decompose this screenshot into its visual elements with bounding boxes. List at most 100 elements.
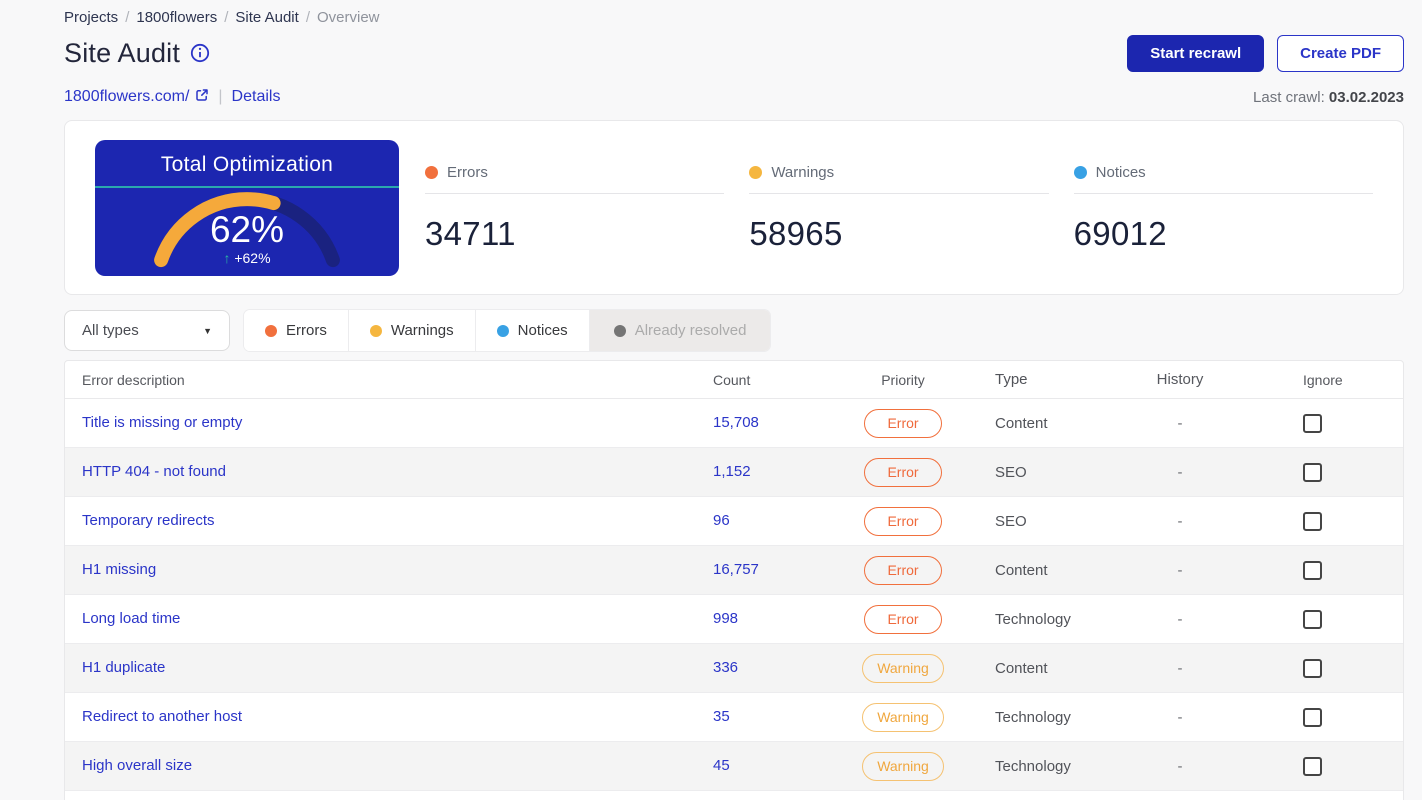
tab-warnings[interactable]: Warnings [348, 310, 476, 351]
type-cell: SEO [995, 463, 1027, 481]
table-row: Long load time 998 Error Technology - [65, 595, 1403, 644]
history-cell: - [1177, 561, 1183, 579]
page-title: Site Audit [64, 37, 181, 68]
count-link[interactable]: 336 [713, 659, 738, 676]
table-row: Warning [65, 791, 1403, 800]
count-link[interactable]: 15,708 [713, 414, 759, 431]
arrow-up-icon: ↑ [223, 250, 231, 266]
history-cell: - [1177, 512, 1183, 530]
error-description-link[interactable]: H1 duplicate [82, 659, 165, 676]
type-cell: Technology [995, 708, 1071, 726]
ignore-checkbox[interactable] [1303, 609, 1322, 629]
ignore-checkbox[interactable] [1303, 413, 1322, 433]
count-link[interactable]: 35 [713, 708, 730, 725]
table-row: Temporary redirects 96 Error SEO - [65, 497, 1403, 546]
priority-badge: Warning [862, 702, 944, 732]
count-link[interactable]: 96 [713, 512, 730, 529]
table-row: Title is missing or empty 15,708 Error C… [65, 399, 1403, 448]
count-link[interactable]: 998 [713, 610, 738, 627]
breadcrumb: Projects / 1800flowers / Site Audit / Ov… [64, 0, 1404, 26]
breadcrumb-project-name[interactable]: 1800flowers [136, 9, 217, 26]
gauge-value: 62% [209, 209, 285, 250]
table-row: HTTP 404 - not found 1,152 Error SEO - [65, 448, 1403, 497]
dropdown-value: All types [82, 322, 139, 339]
warnings-count: 58965 [749, 215, 843, 252]
table-row: High overall size 45 Warning Technology … [65, 742, 1403, 791]
priority-badge: Warning [862, 653, 944, 683]
stat-warnings: Warnings 58965 [749, 164, 1049, 274]
col-header-priority: Priority [881, 371, 925, 388]
priority-badge: Error [864, 506, 942, 536]
divider: | [218, 88, 223, 105]
errors-dot-icon [265, 324, 277, 337]
errors-dot-icon [425, 166, 438, 179]
col-header-history: History [1156, 371, 1204, 388]
notices-dot-icon [496, 324, 509, 337]
stat-label: Errors [447, 164, 488, 181]
col-header-type: Type [995, 371, 1028, 388]
ignore-checkbox[interactable] [1303, 707, 1322, 727]
error-description-link[interactable]: H1 missing [82, 561, 156, 578]
warnings-dot-icon [369, 324, 382, 337]
type-cell: Content [995, 659, 1048, 677]
col-header-count: Count [713, 371, 751, 388]
start-recrawl-button[interactable]: Start recrawl [1127, 34, 1265, 72]
gauge-delta: ↑ +62% [223, 250, 271, 266]
stat-label: Warnings [771, 164, 835, 181]
ignore-checkbox[interactable] [1303, 511, 1322, 531]
domain-link[interactable]: 1800flowers.com/ [64, 88, 209, 107]
count-link[interactable]: 45 [713, 757, 730, 774]
breadcrumb-site-audit[interactable]: Site Audit [235, 9, 298, 26]
last-crawl-date: 03.02.2023 [1328, 88, 1404, 106]
error-description-link[interactable]: Temporary redirects [82, 512, 215, 529]
ignore-checkbox[interactable] [1303, 756, 1322, 776]
priority-badge: Error [864, 555, 942, 585]
history-cell: - [1177, 757, 1183, 775]
ignore-checkbox[interactable] [1303, 658, 1322, 678]
error-description-link[interactable]: Title is missing or empty [82, 414, 242, 431]
domain-text: 1800flowers.com/ [64, 88, 190, 105]
type-filter-dropdown[interactable]: All types ▼ [64, 310, 230, 351]
ignore-checkbox[interactable] [1303, 462, 1322, 482]
col-header-ignore: Ignore [1303, 371, 1343, 388]
breadcrumb-projects[interactable]: Projects [64, 9, 118, 26]
info-icon[interactable] [190, 43, 210, 63]
priority-badge: Warning [862, 751, 944, 781]
breadcrumb-overview: Overview [316, 9, 380, 26]
notices-count: 69012 [1073, 215, 1167, 252]
tab-notices[interactable]: Notices [475, 310, 590, 351]
error-description-link[interactable]: Long load time [82, 610, 180, 627]
ignore-checkbox[interactable] [1303, 560, 1322, 580]
count-link[interactable]: 16,757 [713, 561, 759, 578]
type-cell: Content [995, 561, 1048, 579]
stat-notices: Notices 69012 [1073, 164, 1373, 274]
severity-tabs: Errors Warnings Notices Already resolved [244, 310, 771, 351]
table-header-row: Error description Count Priority Type Hi… [65, 361, 1403, 399]
tab-errors[interactable]: Errors [244, 310, 349, 351]
history-cell: - [1177, 708, 1183, 726]
summary-card: Total Optimization 62% ↑ +62% Errors 347… [64, 120, 1404, 295]
type-cell: Technology [995, 757, 1071, 775]
errors-count: 34711 [425, 215, 516, 252]
chevron-down-icon: ▼ [203, 325, 212, 336]
col-header-error-description: Error description [82, 371, 185, 388]
gauge-title: Total Optimization [95, 140, 399, 188]
table-row: H1 missing 16,757 Error Content - [65, 546, 1403, 595]
history-cell: - [1177, 463, 1183, 481]
breadcrumb-separator: / [125, 9, 130, 26]
tab-already-resolved[interactable]: Already resolved [589, 310, 771, 351]
count-link[interactable]: 1,152 [713, 463, 751, 480]
error-description-link[interactable]: HTTP 404 - not found [82, 463, 226, 480]
type-cell: SEO [995, 512, 1027, 530]
create-pdf-button[interactable]: Create PDF [1277, 34, 1404, 72]
type-cell: Technology [995, 610, 1071, 628]
table-body: Title is missing or empty 15,708 Error C… [65, 399, 1403, 800]
error-description-link[interactable]: Redirect to another host [82, 708, 242, 725]
details-link[interactable]: Details [232, 88, 281, 106]
error-description-link[interactable]: High overall size [82, 757, 192, 774]
priority-badge: Error [864, 604, 942, 634]
history-cell: - [1177, 414, 1183, 432]
breadcrumb-separator: / [224, 9, 229, 26]
notices-dot-icon [1073, 166, 1087, 179]
issues-table: Error description Count Priority Type Hi… [64, 360, 1404, 800]
